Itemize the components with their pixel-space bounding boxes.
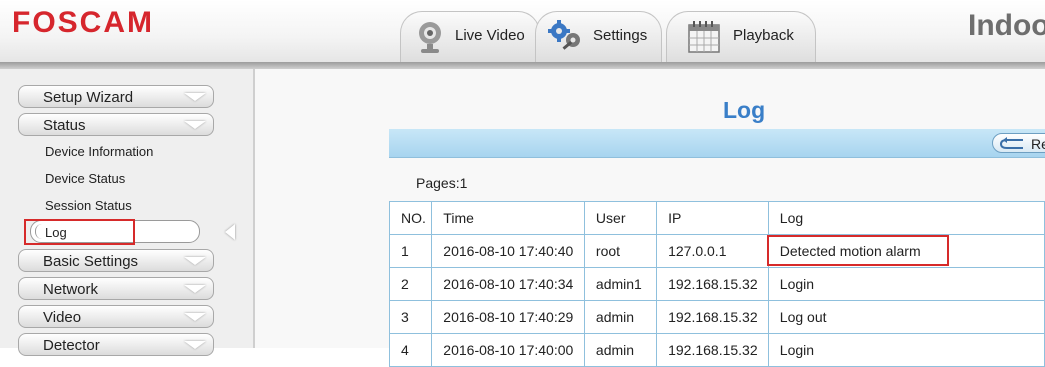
cell-ip: 192.168.15.32 bbox=[656, 300, 769, 334]
tab-settings[interactable]: Settings bbox=[535, 11, 662, 62]
table-row: 2 2016-08-10 17:40:34 admin1 192.168.15.… bbox=[388, 267, 1045, 301]
column-header-time: Time bbox=[431, 201, 585, 235]
sidebar-item-label: Video bbox=[43, 309, 82, 326]
log-table: NO. Time User IP Log 1 2016-08-10 17:40:… bbox=[388, 201, 1045, 367]
sidebar-item-detector[interactable]: Detector bbox=[18, 333, 214, 356]
refresh-button-label: Re bbox=[1031, 136, 1045, 152]
sidebar-item-label: Basic Settings bbox=[43, 253, 139, 270]
column-header-ip: IP bbox=[656, 201, 769, 235]
chevron-down-icon bbox=[184, 313, 206, 321]
tab-playback-label: Playback bbox=[733, 27, 794, 44]
sidebar-item-label: Network bbox=[43, 281, 99, 298]
cell-no: 3 bbox=[388, 300, 433, 334]
refresh-icon bbox=[999, 137, 1023, 149]
sidebar-subitem-session-status[interactable]: Session Status bbox=[45, 198, 132, 213]
tab-playback[interactable]: Playback bbox=[666, 11, 816, 62]
foscam-logo: FOSCAM bbox=[12, 6, 154, 39]
chevron-down-icon bbox=[184, 257, 206, 265]
calendar-icon bbox=[688, 21, 720, 53]
table-header-row: NO. Time User IP Log bbox=[388, 201, 1045, 235]
cell-ip: 192.168.15.32 bbox=[656, 267, 769, 301]
chevron-down-icon bbox=[184, 93, 206, 101]
column-header-no: NO. bbox=[388, 201, 433, 235]
sidebar-item-label: Status bbox=[43, 117, 86, 134]
column-header-user: User bbox=[583, 201, 658, 235]
table-row: 3 2016-08-10 17:40:29 admin 192.168.15.3… bbox=[388, 300, 1045, 334]
sidebar-item-video[interactable]: Video bbox=[18, 305, 214, 328]
tab-live-video-label: Live Video bbox=[455, 27, 525, 44]
sidebar-item-status[interactable]: Status bbox=[18, 113, 214, 136]
cell-time: 2016-08-10 17:40:34 bbox=[431, 267, 585, 301]
cell-log: Login bbox=[767, 333, 1045, 367]
cell-no: 2 bbox=[388, 267, 433, 301]
cell-user: root bbox=[583, 234, 658, 268]
cell-time: 2016-08-10 17:40:00 bbox=[431, 333, 585, 367]
chevron-down-icon bbox=[184, 121, 206, 129]
gears-icon bbox=[548, 20, 580, 50]
sidebar-item-network[interactable]: Network bbox=[18, 277, 214, 300]
cell-user: admin1 bbox=[583, 267, 658, 301]
sidebar-item-basic-settings[interactable]: Basic Settings bbox=[18, 249, 214, 272]
sidebar-item-label: Setup Wizard bbox=[43, 89, 134, 106]
cell-log: Login bbox=[767, 267, 1045, 301]
pages-indicator: Pages:1 bbox=[416, 175, 468, 191]
cell-time: 2016-08-10 17:40:29 bbox=[431, 300, 585, 334]
cell-time: 2016-08-10 17:40:40 bbox=[431, 234, 585, 268]
table-row: 4 2016-08-10 17:40:00 admin 192.168.15.3… bbox=[388, 333, 1045, 367]
cell-user: admin bbox=[583, 300, 658, 334]
tab-settings-label: Settings bbox=[593, 27, 648, 44]
sidebar-subitem-device-information[interactable]: Device Information bbox=[45, 144, 153, 159]
device-model-title: Indoo bbox=[968, 9, 1045, 42]
cell-log: Log out bbox=[767, 300, 1045, 334]
highlight-box-motion-alarm bbox=[767, 235, 949, 266]
camera-icon bbox=[419, 22, 441, 53]
header: FOSCAM Live Video Settings Playback Indo… bbox=[0, 0, 1045, 62]
page-title: Log bbox=[723, 97, 766, 123]
sidebar-item-setup-wizard[interactable]: Setup Wizard bbox=[18, 85, 214, 108]
log-toolbar bbox=[389, 129, 1045, 158]
cell-user: admin bbox=[583, 333, 658, 367]
cell-no: 4 bbox=[388, 333, 433, 367]
sidebar-subitem-device-status[interactable]: Device Status bbox=[45, 171, 125, 186]
tab-live-video[interactable]: Live Video bbox=[400, 11, 540, 62]
chevron-down-icon bbox=[184, 285, 206, 293]
cell-ip: 127.0.0.1 bbox=[656, 234, 769, 268]
sidebar-item-label: Detector bbox=[43, 337, 100, 354]
refresh-button[interactable]: Re bbox=[992, 133, 1045, 153]
active-pointer-icon bbox=[225, 224, 235, 240]
column-header-log: Log bbox=[767, 201, 1045, 235]
cell-ip: 192.168.15.32 bbox=[656, 333, 769, 367]
cell-no: 1 bbox=[388, 234, 433, 268]
header-divider bbox=[0, 62, 1045, 69]
highlight-box-log-menu bbox=[24, 219, 135, 245]
